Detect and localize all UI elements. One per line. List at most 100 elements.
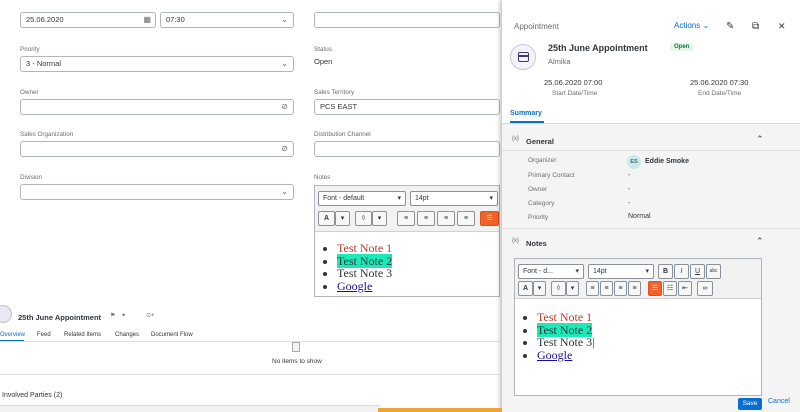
calendar-icon[interactable]: ▦ [143,16,151,24]
date-input[interactable]: 25.06.2020 ▦ [20,12,156,28]
align-left-icon[interactable]: ≡ [586,281,599,296]
dist-channel-label: Distribution Channel [314,131,371,138]
priority-value: Normal [628,213,651,220]
cancel-button[interactable]: Cancel [768,398,790,405]
panel-notes-editor[interactable]: Font - d... ▾ 14pt ▾ B I U abc A ▾ ◊ ▾ ≡ ≡… [514,258,762,396]
notes-title: Notes [526,239,547,248]
notes-list: Test Note 1 Test Note 2 Test Note 3| Goo… [525,311,595,361]
align-left-icon[interactable]: ≡ [397,211,415,226]
empty-icon [292,342,300,352]
tab-divider [0,341,500,342]
numbered-list-icon[interactable]: ☷ [663,281,677,296]
territory-label: Sales Territory [314,89,355,96]
right-top-input[interactable] [314,12,500,28]
align-right-icon[interactable]: ≡ [437,211,455,226]
owner-label: Owner [528,186,548,193]
avatar [0,305,12,323]
size-select[interactable]: 14pt ▾ [588,264,654,279]
share-icon[interactable]: ⊙+ [146,313,155,319]
status-label: Status [314,46,332,53]
text-color-dropdown[interactable]: ▾ [533,281,546,296]
bold-button[interactable]: B [658,264,673,279]
territory-input[interactable]: PCS EAST [314,99,500,115]
organizer-avatar: ES [627,155,641,169]
close-icon[interactable]: ✕ [778,22,786,31]
strikethrough-button[interactable]: abc [706,264,721,279]
table-header [0,405,380,412]
sales-org-input[interactable]: ⊘ [20,141,294,157]
list-item[interactable]: Google [337,279,392,293]
flag-icon[interactable]: ⚑ [110,313,115,319]
chevron-down-icon: ⌄ [281,59,288,68]
star-icon[interactable]: ✦ [121,313,126,319]
chevron-up-icon[interactable]: ⌃ [756,135,764,144]
fill-color-button[interactable]: ◊ [355,211,372,226]
category-label: Category [528,200,555,207]
tab-related-items[interactable]: Related Items [64,332,101,338]
edit-icon[interactable]: ✎ [726,22,734,32]
end-value: 25.06.2020 07:30 [690,78,749,87]
start-label: Start Date/Time [552,90,598,97]
size-select[interactable]: 14pt ▾ [410,191,498,206]
division-label: Division [20,174,43,181]
align-center-icon[interactable]: ≡ [417,211,435,226]
time-input[interactable]: 07:30 ⌄ [160,12,294,28]
text-color-button[interactable]: A [318,211,335,226]
involved-label: Involved Parties (2) [2,392,63,399]
underline-button[interactable]: U [690,264,705,279]
tab-summary[interactable]: Summary [510,110,542,117]
tab-overview[interactable]: Overview [0,332,25,338]
division-select[interactable]: ⌄ [20,184,294,200]
align-center-icon[interactable]: ≡ [600,281,613,296]
chevron-down-icon: ⌄ [702,21,710,30]
start-value: 25.06.2020 07:00 [544,78,603,87]
bullet-list-icon[interactable]: ☰ [480,211,499,226]
organizer-value[interactable]: Eddie Smoke [645,158,689,165]
align-justify-icon[interactable]: ≡ [457,211,475,226]
priority-label: Priority [20,46,40,53]
list-item: Test Note 1 [337,242,392,255]
chevron-up-icon[interactable]: ⌃ [756,237,764,246]
outdent-icon[interactable]: ⇤ [678,281,692,296]
align-right-icon[interactable]: ≡ [614,281,627,296]
status-value: Open [314,57,333,66]
panel-title: 25th June Appointment [548,43,648,53]
owner-label: Owner [20,89,39,96]
category-value: - [628,200,631,207]
open-new-icon[interactable]: ⧉ [752,22,759,32]
tab-feed[interactable]: Feed [37,332,51,338]
priority-select[interactable]: 3 - Normal ⌄ [20,56,294,72]
link-icon[interactable]: ⊘ [281,145,288,153]
priority-label: Priority [528,214,549,221]
status-badge: Open [670,43,694,51]
list-item[interactable]: Google [537,348,595,362]
italic-button[interactable]: I [674,264,689,279]
lower-title: 25th June Appointment [18,313,102,322]
list-item: Test Note 1 [537,311,595,324]
actions-button[interactable]: Actions ⌄ [674,21,709,30]
owner-input[interactable]: ⊘ [20,99,294,115]
fill-color-button[interactable]: ◊ [551,281,566,296]
tab-document-flow[interactable]: Document Flow [151,332,193,338]
link-icon[interactable]: ⊘ [281,103,288,111]
font-select[interactable]: Font - d... ▾ [518,264,584,279]
panel-subtitle: Almika [548,57,571,66]
sales-org-label: Sales Organization [20,131,74,138]
bullet-list-icon[interactable]: ☰ [648,281,662,296]
notes-editor[interactable]: Font - default ▾ 14pt ▾ A ▾ ◊ ▾ ≡ ≡ ≡ ≡ ☰ … [314,185,500,297]
empty-text: No items to show [272,358,322,365]
text-color-button[interactable]: A [518,281,533,296]
text-color-dropdown[interactable]: ▾ [335,211,350,226]
tab-changes[interactable]: Changes [115,332,139,338]
fill-color-dropdown[interactable]: ▾ [566,281,579,296]
dist-channel-input[interactable] [314,141,500,157]
fill-color-dropdown[interactable]: ▾ [372,211,387,226]
font-select[interactable]: Font - default ▾ [318,191,406,206]
section-divider [0,374,500,375]
section-icon: {x} [512,238,520,244]
align-justify-icon[interactable]: ≡ [628,281,641,296]
chevron-down-icon: ⌄ [281,15,288,24]
notes-list: Test Note 1 Test Note 2 Test Note 3 Goog… [325,242,393,293]
link-icon[interactable]: ∞ [697,281,713,296]
save-button[interactable]: Save [738,398,762,410]
